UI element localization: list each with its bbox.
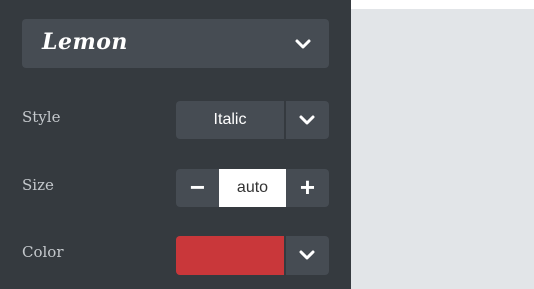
chevron-down-icon[interactable]: [297, 110, 317, 130]
chevron-down-icon: [295, 39, 311, 49]
color-label: Color: [22, 243, 64, 261]
chevron-down-icon[interactable]: [297, 245, 317, 265]
style-label: Style: [22, 108, 61, 126]
style-select[interactable]: Italic: [176, 101, 329, 139]
font-family-select[interactable]: Lemon: [22, 19, 329, 68]
size-increase-button[interactable]: +: [286, 169, 329, 207]
color-swatch[interactable]: [176, 236, 284, 275]
style-value: Italic: [213, 111, 247, 128]
font-family-value: Lemon: [42, 29, 128, 55]
size-input[interactable]: [219, 169, 286, 207]
size-decrease-button[interactable]: −: [176, 169, 219, 207]
color-select[interactable]: [176, 236, 329, 275]
canvas-area: [351, 9, 534, 289]
size-stepper: − +: [176, 169, 329, 207]
text-settings-panel: Lemon Style Italic Size − + Color: [0, 0, 351, 289]
size-label: Size: [22, 176, 54, 194]
select-divider: [284, 236, 286, 275]
select-divider: [284, 101, 286, 139]
